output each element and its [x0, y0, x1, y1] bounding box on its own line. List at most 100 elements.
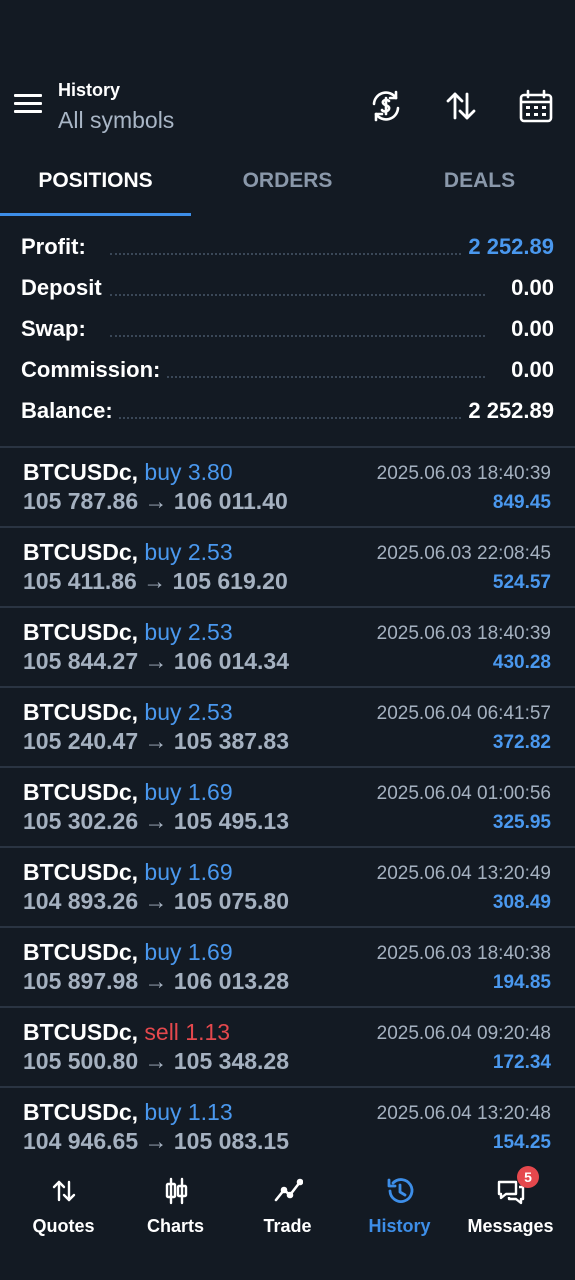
deposit-label: Deposit [21, 275, 108, 301]
commission-value: 0.00 [505, 357, 554, 383]
position-profit: 308.49 [492, 892, 551, 913]
position-type: buy 1.69 [144, 939, 233, 965]
position-prices: 104 893.26 → 105 075.80 [23, 888, 290, 914]
currency-exchange-icon[interactable] [368, 88, 404, 124]
summary-row-deposit: Deposit 0.00 [0, 267, 575, 308]
symbol-text: BTCUSDc, [23, 1099, 139, 1125]
nav-trade[interactable]: Trade [230, 1176, 345, 1237]
summary-panel: Profit: 2 252.89 Deposit 0.00 Swap: 0.00… [0, 226, 575, 431]
list-item[interactable]: BTCUSDc, buy 2.53 105 411.86 → 105 619.2… [0, 528, 575, 608]
position-time: 2025.06.03 18:40:39 [376, 623, 551, 644]
hamburger-menu-icon[interactable] [14, 94, 42, 114]
candlestick-icon [165, 1177, 187, 1205]
position-symbol: BTCUSDc, buy 1.69 [23, 859, 233, 886]
dotted-leader [110, 335, 485, 337]
calendar-icon[interactable] [518, 88, 554, 124]
position-profit: 194.85 [492, 972, 551, 993]
positions-list[interactable]: BTCUSDc, buy 3.80 105 787.86 → 106 011.4… [0, 448, 575, 1168]
position-time: 2025.06.04 13:20:49 [376, 863, 551, 884]
position-type: buy 2.53 [144, 619, 233, 645]
position-prices: 104 946.65 → 105 083.15 [23, 1128, 290, 1154]
symbol-text: BTCUSDc, [23, 459, 139, 485]
position-profit: 849.45 [492, 492, 551, 513]
deposit-value: 0.00 [505, 275, 554, 301]
symbol-text: BTCUSDc, [23, 1019, 139, 1045]
nav-quotes[interactable]: Quotes [6, 1176, 121, 1237]
list-item[interactable]: BTCUSDc, buy 2.53 105 844.27 → 106 014.3… [0, 608, 575, 688]
position-symbol: BTCUSDc, buy 2.53 [23, 699, 233, 726]
history-clock-icon [387, 1178, 413, 1203]
unread-badge: 5 [517, 1166, 539, 1188]
symbol-text: BTCUSDc, [23, 939, 139, 965]
symbol-text: BTCUSDc, [23, 539, 139, 565]
list-item[interactable]: BTCUSDc, buy 1.69 105 302.26 → 105 495.1… [0, 768, 575, 848]
list-item[interactable]: BTCUSDc, buy 1.69 104 893.26 → 105 075.8… [0, 848, 575, 928]
list-item[interactable]: BTCUSDc, sell 1.13 105 500.80 → 105 348.… [0, 1008, 575, 1088]
page-title: History [58, 80, 121, 100]
position-profit: 372.82 [492, 732, 551, 753]
position-prices: 105 240.47 → 105 387.83 [23, 728, 290, 754]
position-symbol: BTCUSDc, buy 1.69 [23, 939, 233, 966]
position-type: sell 1.13 [144, 1019, 231, 1045]
nav-label: Trade [263, 1216, 312, 1236]
position-time: 2025.06.04 06:41:57 [376, 703, 551, 724]
list-item[interactable]: BTCUSDc, buy 1.13 104 946.65 → 105 083.1… [0, 1088, 575, 1168]
nav-charts[interactable]: Charts [118, 1176, 233, 1237]
position-symbol: BTCUSDc, sell 1.13 [23, 1019, 230, 1046]
position-time: 2025.06.04 13:20:48 [376, 1103, 551, 1124]
position-type: buy 1.69 [144, 859, 233, 885]
position-type: buy 1.13 [144, 1099, 233, 1125]
arrows-updown-icon [52, 1180, 75, 1202]
nav-messages[interactable]: 5 Messages [453, 1166, 568, 1237]
position-prices: 105 411.86 → 105 619.20 [23, 568, 288, 594]
position-prices: 105 500.80 → 105 348.28 [23, 1048, 290, 1074]
symbol-text: BTCUSDc, [23, 859, 139, 885]
position-time: 2025.06.03 18:40:39 [376, 463, 551, 484]
tab-orders[interactable]: ORDERS [192, 152, 383, 216]
list-item[interactable]: BTCUSDc, buy 3.80 105 787.86 → 106 011.4… [0, 448, 575, 528]
profit-value: 2 252.89 [462, 234, 554, 260]
symbol-text: BTCUSDc, [23, 699, 139, 725]
nav-label: Quotes [32, 1216, 95, 1236]
nav-label: Charts [146, 1216, 204, 1236]
summary-row-commission: Commission: 0.00 [0, 349, 575, 390]
position-time: 2025.06.03 22:08:45 [376, 543, 551, 564]
balance-value: 2 252.89 [462, 398, 554, 424]
profit-label: Profit: [21, 234, 92, 260]
list-item[interactable]: BTCUSDc, buy 2.53 105 240.47 → 105 387.8… [0, 688, 575, 768]
dotted-leader [110, 253, 485, 255]
balance-label: Balance: [21, 398, 119, 424]
sort-icon[interactable] [443, 88, 479, 124]
summary-row-profit: Profit: 2 252.89 [0, 226, 575, 267]
position-profit: 524.57 [492, 572, 551, 593]
tab-positions[interactable]: POSITIONS [0, 152, 191, 216]
position-prices: 105 302.26 → 105 495.13 [23, 808, 290, 834]
position-symbol: BTCUSDc, buy 2.53 [23, 619, 233, 646]
symbol-text: BTCUSDc, [23, 619, 139, 645]
position-prices: 105 897.98 → 106 013.28 [23, 968, 290, 994]
title-block[interactable]: History All symbols [58, 80, 174, 134]
nav-history[interactable]: History [342, 1176, 457, 1237]
position-profit: 430.28 [492, 652, 551, 673]
position-symbol: BTCUSDc, buy 1.13 [23, 1099, 233, 1126]
commission-label: Commission: [21, 357, 167, 383]
position-time: 2025.06.04 01:00:56 [376, 783, 551, 804]
top-app-bar: History All symbols [0, 70, 575, 140]
history-screen: History All symbols POSITIONS ORDERS DEA… [0, 0, 575, 1280]
tab-deals[interactable]: DEALS [384, 152, 575, 216]
position-profit: 154.25 [492, 1132, 551, 1153]
position-type: buy 1.69 [144, 779, 233, 805]
nav-label: History [368, 1216, 431, 1236]
symbol-filter[interactable]: All symbols [58, 107, 174, 134]
symbol-text: BTCUSDc, [23, 779, 139, 805]
list-item[interactable]: BTCUSDc, buy 1.69 105 897.98 → 106 013.2… [0, 928, 575, 1008]
position-prices: 105 787.86 → 106 011.40 [23, 488, 288, 514]
position-symbol: BTCUSDc, buy 2.53 [23, 539, 233, 566]
swap-label: Swap: [21, 316, 92, 342]
position-time: 2025.06.03 18:40:38 [376, 943, 551, 964]
position-type: buy 3.80 [144, 459, 233, 485]
position-profit: 325.95 [492, 812, 551, 833]
bottom-navigation: Quotes Charts Trade History 5 Messages [0, 1160, 575, 1280]
position-type: buy 2.53 [144, 699, 233, 725]
position-symbol: BTCUSDc, buy 3.80 [23, 459, 233, 486]
